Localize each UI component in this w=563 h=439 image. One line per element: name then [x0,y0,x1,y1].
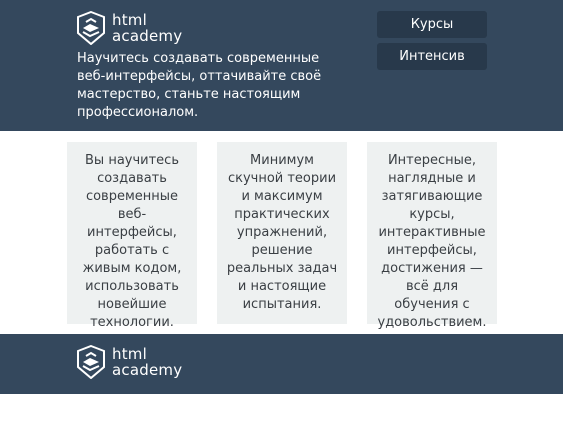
logo-line-1: html [112,345,147,363]
feature-card: Вы научитесь создавать современные веб-и… [67,142,197,330]
page-footer: html academy [0,334,563,394]
logo-text: html academy [112,12,182,44]
logo-line-2: academy [112,361,183,379]
html-academy-shield-icon [77,11,105,45]
logo-line-2: academy [112,27,183,45]
feature-card: Интересные, наглядные и затягивающие кур… [367,142,497,330]
page-header: html academy Научитесь создавать совреме… [0,0,563,131]
features-section: Вы научитесь создавать современные веб-и… [0,142,563,330]
logo-text: html academy [112,346,182,378]
header-logo[interactable]: html academy [77,11,182,45]
nav-courses-button[interactable]: Курсы [377,11,487,38]
footer-logo[interactable]: html academy [77,345,182,379]
logo-line-1: html [112,11,147,29]
header-tagline: Научитесь создавать современные веб-инте… [77,51,322,120]
feature-card: Минимум скучной теории и максимум практи… [217,142,347,324]
nav-intensive-button[interactable]: Интенсив [377,43,487,70]
html-academy-shield-icon [77,345,105,379]
main-nav: Курсы Интенсив [377,11,487,75]
